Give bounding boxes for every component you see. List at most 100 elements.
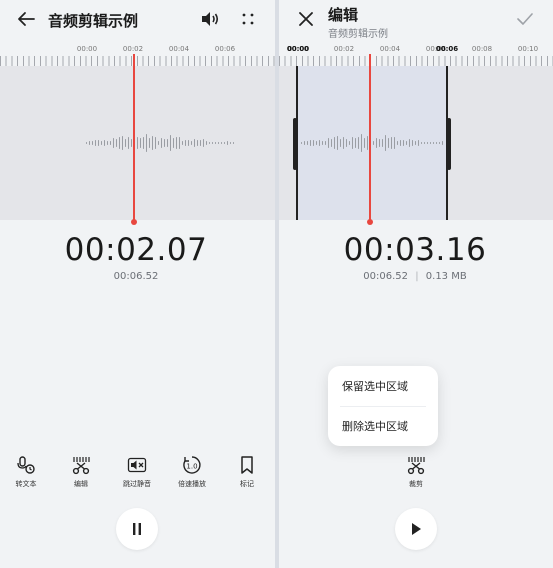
waveform-bar [379,139,381,147]
waveform-bar [313,140,315,146]
trim-options-menu: 保留选中区域 删除选中区域 [328,366,438,446]
more-menu-button[interactable] [236,8,260,30]
page-title: 编辑 [328,6,359,24]
ruler-ticks [0,56,275,66]
edit-screen: 编辑 音频剪辑示例 00:00 00:02 00:04 00:06 00:08 … [279,0,553,568]
waveform-bar [382,138,384,147]
skip-silence-button[interactable]: 跳过静音 [111,455,163,489]
waveform-bar [373,140,375,146]
waveform-bar [340,139,342,147]
play-button[interactable] [395,508,437,550]
waveform-bar [301,141,303,145]
waveform-bar [233,141,235,145]
back-button[interactable] [14,8,38,30]
waveform-bar [95,139,97,147]
menu-item-delete-selection[interactable]: 删除选中区域 [328,406,438,446]
selection-end-handle[interactable] [447,118,451,170]
ruler-ticks [279,56,553,66]
waveform-bar [218,141,220,145]
waveform-bar [421,141,423,145]
waveform-bar [400,139,402,147]
selection-end-marker: 00:06 [435,45,459,53]
top-bar: 音频剪辑示例 [0,0,275,40]
waveform-bar [182,140,184,146]
waveform-bar [319,139,321,147]
trim-button[interactable]: 裁剪 [390,455,442,489]
ruler-label: 00:04 [168,45,190,53]
ruler-label: 00:02 [333,45,355,53]
waveform-bar [364,137,366,149]
waveform-bar [113,137,115,149]
waveform-bar [110,140,112,146]
waveform-bar [179,136,181,150]
waveform-bar [430,142,432,144]
ruler-label: 00:08 [471,45,493,53]
waveform-bar [92,141,94,145]
tool-label: 标记 [240,480,254,488]
ruler-label: 00:06 [214,45,236,53]
speech-to-text-button[interactable]: 转文本 [0,455,52,489]
waveform-bar [343,137,345,149]
playhead-handle[interactable] [367,219,373,225]
selection-start-marker: 00:00 [286,45,310,53]
tool-label: 倍速播放 [178,480,206,488]
playhead-handle[interactable] [131,219,137,225]
waveform-bar [403,140,405,146]
page-subtitle: 音频剪辑示例 [328,29,388,40]
waveform-bar [206,141,208,145]
close-button[interactable] [295,8,317,30]
waveform-bar [328,137,330,149]
recorder-playback-screen: 音频剪辑示例 00:00 00:02 00:04 00:06 00:02.07 … [0,0,275,568]
waveform-bar [442,141,444,145]
selection-region[interactable] [296,66,448,220]
volume-button[interactable] [198,8,222,30]
tool-label: 转文本 [15,480,37,488]
waveform-bar [361,133,363,153]
waveform-bar [325,140,327,146]
waveform-bar [152,136,154,150]
waveform-bar [334,136,336,150]
duration-and-size: 00:06.52 | 0.13 MB [363,271,466,282]
waveform-bar [101,141,103,145]
bookmark-icon [241,456,253,474]
scissors-edit-icon [72,457,90,475]
waveform-bar [194,138,196,148]
waveform-bar [212,141,214,145]
waveform-bar [331,139,333,147]
waveform-bar [376,137,378,149]
playback-speed-icon: 1.0 [183,456,201,474]
playhead[interactable] [369,54,371,222]
total-duration: 00:06.52 [113,271,159,282]
edit-button[interactable]: 编辑 [55,455,107,489]
pause-button[interactable] [116,508,158,550]
waveform-bar [203,139,205,147]
waveform-bar [304,140,306,146]
waveform-area[interactable] [0,66,275,220]
waveform-bar [137,136,139,150]
playback-speed-button[interactable]: 1.0 倍速播放 [166,455,218,489]
waveform-bar [230,141,232,145]
current-time: 00:03.16 [343,232,487,268]
tool-label: 跳过静音 [123,480,151,488]
waveform-bar [86,141,88,145]
selection-start-handle[interactable] [293,118,297,170]
playhead[interactable] [133,54,135,222]
waveform-bar [394,137,396,149]
waveform-bar [125,139,127,147]
confirm-button[interactable] [513,8,537,30]
speech-to-text-icon [17,456,35,474]
play-icon [412,523,421,535]
waveform-bar [164,138,166,148]
trim-scissors-icon [407,457,425,475]
waveform-bar [200,139,202,147]
svg-text:1.0: 1.0 [186,463,197,471]
waveform-bar [161,137,163,149]
waveform-bar [149,137,151,149]
bookmark-button[interactable]: 标记 [221,455,273,489]
waveform-bar [355,138,357,148]
waveform-bar [176,137,178,149]
time-ruler: 00:00 00:02 00:04 00:06 00:08 00:10 00:0… [279,44,553,66]
waveform-bar [322,141,324,145]
menu-item-keep-selection[interactable]: 保留选中区域 [328,366,438,406]
waveform-bar [316,141,318,145]
